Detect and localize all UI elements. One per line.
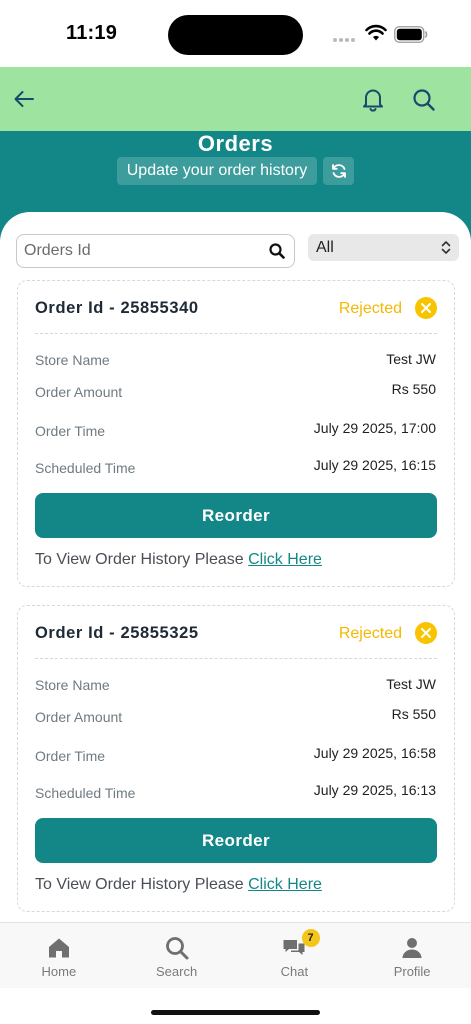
cellular-signal-icon: [333, 38, 355, 42]
order-amount-value: Rs 550: [391, 381, 436, 397]
order-amount-label: Order Amount: [35, 384, 123, 400]
status-bar: 11:19: [0, 0, 471, 67]
rejected-x-icon: [415, 297, 437, 319]
notification-bell-icon[interactable]: [360, 86, 386, 112]
nav-search[interactable]: Search: [118, 923, 236, 988]
nav-home-label: Home: [41, 964, 77, 979]
back-arrow-icon[interactable]: [12, 87, 36, 111]
order-time-label: Order Time: [35, 423, 106, 439]
order-history-prompt: To View Order History Please Click Here: [35, 551, 322, 569]
divider: [35, 333, 437, 334]
refresh-icon: [331, 164, 346, 178]
home-indicator[interactable]: [151, 1010, 320, 1015]
order-history-text: To View Order History Please: [35, 551, 249, 568]
order-id: Order Id - 25855325: [35, 624, 199, 642]
search-icon: [165, 937, 189, 960]
status-filter-select[interactable]: All: [308, 234, 459, 261]
search-icon[interactable]: [268, 242, 286, 260]
order-card: Order Id - 25855325 Rejected Store Name …: [17, 605, 455, 912]
store-name-value: Test JW: [386, 676, 436, 692]
scheduled-time-value: July 29 2025, 16:15: [313, 457, 436, 473]
reorder-button[interactable]: Reorder: [35, 493, 437, 538]
rejected-x-icon: [415, 622, 437, 644]
reorder-button[interactable]: Reorder: [35, 818, 437, 863]
order-id-search-field[interactable]: [16, 234, 295, 268]
order-amount-value: Rs 550: [391, 706, 436, 722]
order-id-search-input[interactable]: [17, 235, 257, 267]
order-history-prompt: To View Order History Please Click Here: [35, 876, 322, 894]
refresh-button[interactable]: [323, 157, 354, 185]
store-name-label: Store Name: [35, 677, 110, 693]
nav-chat-label: Chat: [280, 964, 309, 979]
chevron-up-down-icon: [441, 241, 451, 254]
order-amount-label: Order Amount: [35, 709, 123, 725]
profile-icon: [402, 938, 422, 958]
home-icon: [48, 938, 69, 958]
order-time-value: July 29 2025, 16:58: [313, 745, 436, 761]
order-id: Order Id - 25855340: [35, 299, 199, 317]
battery-icon: [394, 26, 428, 43]
order-time-value: July 29 2025, 17:00: [313, 420, 436, 436]
top-app-bar: [0, 67, 471, 131]
nav-chat[interactable]: 7 Chat: [236, 923, 354, 988]
order-status: Rejected: [338, 625, 402, 642]
store-name-label: Store Name: [35, 352, 110, 368]
search-icon[interactable]: [411, 87, 437, 113]
scheduled-time-value: July 29 2025, 16:13: [313, 782, 436, 798]
wifi-icon: [365, 24, 387, 41]
nav-profile-label: Profile: [393, 964, 431, 979]
order-time-label: Order Time: [35, 748, 106, 764]
nav-home[interactable]: Home: [0, 923, 118, 988]
order-status: Rejected: [338, 300, 402, 317]
chat-unread-badge: 7: [301, 929, 320, 947]
dynamic-island: [168, 15, 303, 55]
divider: [35, 658, 437, 659]
update-order-history-button[interactable]: Update your order history: [117, 157, 317, 185]
order-card: Order Id - 25855340 Rejected Store Name …: [17, 280, 455, 587]
order-history-text: To View Order History Please: [35, 876, 249, 893]
nav-search-label: Search: [156, 964, 198, 979]
bottom-nav: Home Search 7 Chat Profile: [0, 922, 471, 988]
nav-profile[interactable]: Profile: [353, 923, 471, 988]
order-history-link[interactable]: Click Here: [248, 551, 322, 568]
scheduled-time-label: Scheduled Time: [35, 460, 136, 476]
page-title: Orders: [197, 131, 274, 156]
store-name-value: Test JW: [386, 351, 436, 367]
order-history-link[interactable]: Click Here: [248, 876, 322, 893]
status-time: 11:19: [66, 22, 118, 44]
status-filter-value: All: [316, 238, 334, 256]
scheduled-time-label: Scheduled Time: [35, 785, 136, 801]
